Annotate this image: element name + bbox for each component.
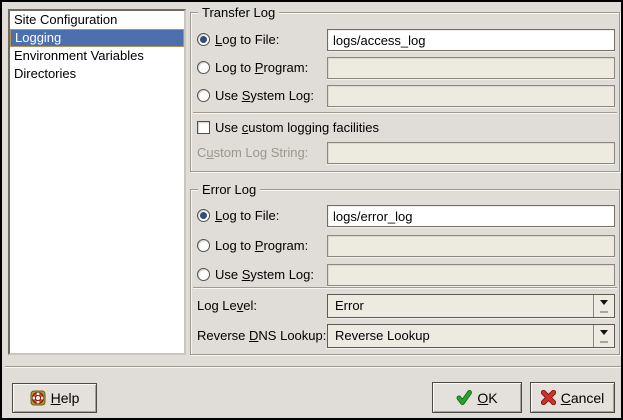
custom-logging-checkbox[interactable] <box>197 121 210 134</box>
transfer-use-system-log-label[interactable]: Use System Log: <box>215 85 314 107</box>
transfer-system-log-input <box>327 85 615 107</box>
separator <box>193 112 617 114</box>
help-lifebuoy-icon <box>30 390 46 406</box>
separator <box>193 287 617 289</box>
sidebar-item-logging[interactable]: Logging <box>10 29 184 47</box>
log-level-label: Log Level: <box>197 294 257 318</box>
custom-log-string-row: Custom Log String: <box>191 142 619 165</box>
sidebar-item-environment-variables[interactable]: Environment Variables <box>10 47 184 65</box>
transfer-log-to-program-label[interactable]: Log to Program: <box>215 57 308 79</box>
error-log-to-program-label[interactable]: Log to Program: <box>215 235 308 257</box>
error-system-log-input <box>327 264 615 286</box>
chevron-down-icon[interactable] <box>593 325 614 347</box>
reverse-dns-row: Reverse DNS Lookup: Reverse Lookup <box>191 324 619 348</box>
check-icon <box>456 390 472 405</box>
error-log-group: Error Log Log to File: Log to Program: U… <box>190 189 620 355</box>
ok-button-label: OK <box>477 390 497 406</box>
transfer-use-system-log-radio[interactable] <box>197 89 210 102</box>
cancel-button[interactable]: Cancel <box>530 382 615 413</box>
error-log-group-title: Error Log <box>198 182 260 197</box>
httpd-logging-dialog: Site Configuration Logging Environment V… <box>0 0 623 420</box>
transfer-log-to-program-radio[interactable] <box>197 61 210 74</box>
transfer-log-to-file-radio[interactable] <box>197 33 210 46</box>
log-level-value: Error <box>328 295 593 317</box>
custom-logging-row: Use custom logging facilities <box>191 119 619 137</box>
custom-logging-checkbox-label[interactable]: Use custom logging facilities <box>215 119 379 137</box>
ok-button[interactable]: OK <box>432 382 522 413</box>
sidebar-item-site-configuration[interactable]: Site Configuration <box>10 11 184 29</box>
footer-separator <box>5 366 622 368</box>
error-use-system-log-label[interactable]: Use System Log: <box>215 264 314 286</box>
radio-dot <box>200 212 207 219</box>
custom-log-string-label: Custom Log String: <box>197 142 308 164</box>
log-level-row: Log Level: Error <box>191 294 619 318</box>
sidebar-item-directories[interactable]: Directories <box>10 65 184 83</box>
transfer-log-group: Transfer Log Log to File: Log to Program… <box>190 12 620 172</box>
transfer-log-group-title: Transfer Log <box>198 5 279 20</box>
category-list: Site Configuration Logging Environment V… <box>8 9 186 355</box>
error-log-to-file-row: Log to File: <box>191 205 619 228</box>
error-log-to-file-label[interactable]: Log to File: <box>215 205 279 227</box>
help-button-label: Help <box>51 390 80 406</box>
error-log-to-file-radio[interactable] <box>197 209 210 222</box>
transfer-log-to-file-label[interactable]: Log to File: <box>215 29 279 51</box>
transfer-log-file-input[interactable] <box>327 29 615 51</box>
reverse-dns-label: Reverse DNS Lookup: <box>197 324 326 348</box>
reverse-dns-value: Reverse Lookup <box>328 325 593 347</box>
log-level-dropdown[interactable]: Error <box>327 294 615 318</box>
help-button[interactable]: Help <box>12 383 97 413</box>
error-use-system-log-row: Use System Log: <box>191 264 619 287</box>
error-log-file-input[interactable] <box>327 205 615 227</box>
error-use-system-log-radio[interactable] <box>197 268 210 281</box>
transfer-use-system-log-row: Use System Log: <box>191 85 619 108</box>
transfer-log-to-program-row: Log to Program: <box>191 57 619 80</box>
close-x-icon <box>541 390 556 405</box>
error-log-program-input <box>327 235 615 257</box>
error-log-to-program-row: Log to Program: <box>191 235 619 258</box>
radio-dot <box>200 36 207 43</box>
chevron-down-icon[interactable] <box>593 295 614 317</box>
reverse-dns-dropdown[interactable]: Reverse Lookup <box>327 324 615 348</box>
custom-log-string-input <box>327 142 615 164</box>
cancel-button-label: Cancel <box>561 390 605 406</box>
transfer-log-program-input <box>327 57 615 79</box>
error-log-to-program-radio[interactable] <box>197 239 210 252</box>
transfer-log-to-file-row: Log to File: <box>191 29 619 52</box>
